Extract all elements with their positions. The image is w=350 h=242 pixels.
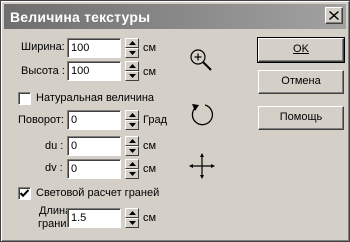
arrow-up-icon (129, 139, 136, 143)
dv-label: dv : (45, 162, 63, 174)
height-field[interactable]: 100 (67, 61, 121, 81)
edge-light-label: Световой расчет граней (36, 187, 160, 199)
arrow-up-icon (129, 211, 136, 215)
help-button-label: Помощь (279, 111, 323, 123)
spin-up-button[interactable] (125, 159, 139, 169)
checkmark-icon (20, 189, 29, 198)
dv-spinner[interactable] (125, 159, 139, 179)
spin-up-button[interactable] (125, 110, 139, 120)
edge-length-field[interactable]: 1.5 (67, 208, 121, 228)
arrow-down-icon (129, 221, 136, 225)
dialog-title: Величина текстуры (10, 9, 151, 25)
rotate-tool[interactable] (187, 100, 217, 130)
arrow-down-icon (129, 123, 136, 127)
arrow-up-icon (129, 113, 136, 117)
arrow-up-icon (129, 41, 136, 45)
edge-length-unit: см (143, 212, 157, 224)
title-bar: Величина текстуры (4, 4, 346, 29)
width-spinner[interactable] (125, 38, 139, 58)
height-label: Высота : (21, 65, 65, 77)
du-field[interactable]: 0 (67, 136, 121, 156)
spin-up-button[interactable] (125, 136, 139, 146)
close-button[interactable] (325, 7, 343, 24)
arrow-down-icon (129, 149, 136, 153)
edge-length-label-line2: грани: (38, 218, 70, 230)
help-button[interactable]: Помощь (258, 106, 344, 130)
zoom-tool[interactable] (187, 46, 217, 76)
spin-down-button[interactable] (125, 71, 139, 81)
width-field[interactable]: 100 (67, 38, 121, 58)
rotation-label: Поворот: (18, 114, 64, 126)
natural-size-checkbox[interactable] (18, 92, 31, 105)
ok-button[interactable]: OK (257, 37, 345, 63)
spin-down-button[interactable] (125, 169, 139, 179)
du-label: du : (45, 140, 64, 152)
zoom-icon (190, 49, 212, 71)
natural-size-label: Натуральная величина (36, 92, 155, 104)
edge-light-checkbox[interactable] (18, 187, 31, 200)
spin-up-button[interactable] (125, 38, 139, 48)
height-unit: см (143, 66, 157, 78)
arrow-up-icon (129, 64, 136, 68)
spin-down-button[interactable] (125, 146, 139, 156)
height-spinner[interactable] (125, 61, 139, 81)
rotation-field[interactable]: 0 (67, 110, 121, 130)
du-unit: см (143, 140, 157, 152)
dv-unit: см (143, 163, 157, 175)
ok-button-label: OK (293, 43, 309, 55)
rotation-unit: Град (143, 114, 167, 126)
cancel-button-label: Отмена (281, 75, 321, 87)
arrow-down-icon (129, 172, 136, 176)
spin-down-button[interactable] (125, 218, 139, 228)
rotate-icon (191, 104, 214, 126)
spin-down-button[interactable] (125, 48, 139, 58)
edge-length-spinner[interactable] (125, 208, 139, 228)
du-spinner[interactable] (125, 136, 139, 156)
spin-down-button[interactable] (125, 120, 139, 130)
width-unit: см (143, 42, 157, 54)
texture-size-dialog: Величина текстуры Ширина: 100 см Высота … (0, 0, 350, 242)
arrow-down-icon (129, 51, 136, 55)
spin-up-button[interactable] (125, 208, 139, 218)
arrow-up-icon (129, 162, 136, 166)
dv-field[interactable]: 0 (67, 159, 121, 179)
move-tool[interactable] (187, 151, 217, 181)
rotation-spinner[interactable] (125, 110, 139, 130)
close-icon (329, 11, 339, 20)
arrow-down-icon (129, 74, 136, 78)
cancel-button[interactable]: Отмена (258, 70, 344, 94)
move-icon (189, 153, 215, 179)
width-label: Ширина: (21, 41, 65, 53)
spin-up-button[interactable] (125, 61, 139, 71)
